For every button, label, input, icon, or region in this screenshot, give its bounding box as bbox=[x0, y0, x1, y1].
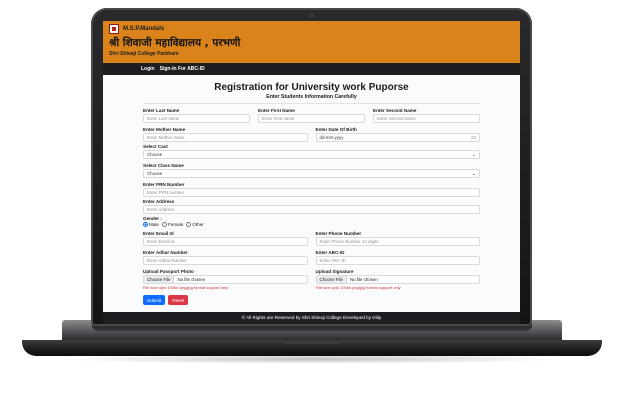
prn-input[interactable]: Enter PRN number bbox=[143, 188, 480, 197]
last-name-input[interactable]: Enter Last name bbox=[143, 114, 250, 123]
chevron-down-icon: ⌄ bbox=[471, 170, 476, 177]
phone-input[interactable]: Enter Phone Number 10 digits bbox=[315, 237, 480, 246]
college-name-marathi: श्री शिवाजी महाविद्यालय , परभणी bbox=[109, 37, 241, 49]
registration-form: Registration for University work Puporse… bbox=[103, 75, 520, 305]
nav-login-link[interactable]: Login bbox=[141, 66, 155, 72]
mother-name-label: Enter Mother Name bbox=[143, 127, 186, 132]
mother-name-input[interactable]: Enter Mother name bbox=[143, 133, 308, 142]
laptop-mockup: M.S.P.Mandals श्री शिवाजी महाविद्यालय , … bbox=[0, 0, 624, 400]
email-input[interactable]: Enter Email id bbox=[143, 237, 308, 246]
class-name-label: Select Class Name bbox=[143, 163, 184, 168]
phone-label: Enter Phone Number bbox=[315, 231, 362, 236]
signature-hint: File size upto 100kb png/jpg format supp… bbox=[315, 285, 401, 290]
signature-file-input[interactable]: Choose File No file chosen bbox=[315, 275, 480, 284]
navbar: Login Sign-In For ABC-ID bbox=[103, 63, 520, 75]
last-name-label: Enter Last Name bbox=[143, 108, 180, 113]
gender-male-radio[interactable]: Male bbox=[143, 222, 159, 227]
adhar-label: Enter Adhar Number bbox=[143, 250, 188, 255]
adhar-input[interactable]: Enter Adhar Number bbox=[143, 256, 308, 265]
gender-other-radio[interactable]: Other bbox=[186, 222, 204, 227]
class-name-select[interactable]: Choose ⌄ bbox=[143, 169, 480, 178]
signature-file-status: No file chosen bbox=[349, 277, 378, 282]
calendar-icon[interactable]: ▭ bbox=[471, 135, 476, 141]
address-input[interactable]: Enter Address bbox=[143, 205, 480, 214]
submit-button[interactable]: Submit bbox=[143, 295, 166, 305]
laptop-notch bbox=[282, 340, 342, 344]
signature-label: Upload Signature bbox=[315, 269, 354, 274]
chevron-down-icon: ⌄ bbox=[471, 151, 476, 158]
radio-unchecked-icon bbox=[186, 222, 192, 227]
abc-id-input[interactable]: Enter ABC-ID bbox=[315, 256, 480, 265]
photo-file-input[interactable]: Choose File No file chosen bbox=[143, 275, 308, 284]
gender-female-radio[interactable]: Female bbox=[161, 222, 184, 227]
first-name-label: Enter First Name bbox=[258, 108, 295, 113]
address-label: Enter Address bbox=[143, 199, 175, 204]
reset-button[interactable]: Reset bbox=[168, 295, 189, 305]
camera-icon bbox=[309, 13, 314, 18]
org-name: M.S.P.Mandals bbox=[123, 26, 165, 32]
gender-female-label: Female bbox=[167, 222, 184, 227]
email-label: Enter Email Id bbox=[143, 231, 174, 236]
photo-choose-file-button[interactable]: Choose File bbox=[144, 276, 175, 283]
second-name-label: Enter Second Name bbox=[373, 108, 417, 113]
laptop-screen: M.S.P.Mandals श्री शिवाजी महाविद्यालय , … bbox=[103, 21, 520, 324]
abc-id-label: Enter ABC-ID bbox=[315, 250, 345, 255]
laptop-bezel: M.S.P.Mandals श्री शिवाजी महाविद्यालय , … bbox=[91, 8, 532, 326]
site-header: M.S.P.Mandals श्री शिवाजी महाविद्यालय , … bbox=[103, 21, 520, 63]
gender-other-label: Other bbox=[192, 222, 204, 227]
signature-choose-file-button[interactable]: Choose File bbox=[316, 276, 347, 283]
college-name-english: Shri Shivaji College Parbhani bbox=[109, 51, 179, 57]
photo-file-status: No file chosen bbox=[177, 277, 206, 282]
site-footer: © All Rights are Reserved by Shri Shivaj… bbox=[103, 312, 520, 324]
cast-label: Select Cast bbox=[143, 144, 168, 149]
photo-label: Upload Passport Photo bbox=[143, 269, 194, 274]
first-name-input[interactable]: Enter First name bbox=[258, 114, 365, 123]
form-title: Registration for University work Puporse bbox=[214, 82, 409, 93]
dob-label: Enter Date Of Birth bbox=[315, 127, 357, 132]
radio-unchecked-icon bbox=[161, 222, 167, 227]
gender-male-label: Male bbox=[149, 222, 159, 227]
class-name-selected-value: Choose bbox=[147, 171, 163, 176]
gender-radio-group: Male Female Other bbox=[143, 222, 480, 227]
nav-signin-abc-link[interactable]: Sign-In For ABC-ID bbox=[160, 66, 205, 72]
cast-select[interactable]: Choose ⌄ bbox=[143, 150, 480, 159]
college-logo-icon bbox=[109, 24, 119, 34]
radio-checked-icon bbox=[143, 222, 148, 227]
gender-label: Gender : bbox=[143, 216, 162, 221]
photo-hint: File size upto 100kb png/jpg format supp… bbox=[143, 285, 229, 290]
form-subtitle: Enter Students Information Carefully bbox=[143, 94, 480, 104]
second-name-input[interactable]: Enter Second name bbox=[373, 114, 480, 123]
dob-input[interactable]: dd-mm-yyyy ▭ bbox=[315, 133, 480, 142]
dob-placeholder: dd-mm-yyyy bbox=[319, 135, 344, 140]
prn-label: Enter PRN Number bbox=[143, 182, 185, 187]
cast-selected-value: Choose bbox=[147, 152, 163, 157]
